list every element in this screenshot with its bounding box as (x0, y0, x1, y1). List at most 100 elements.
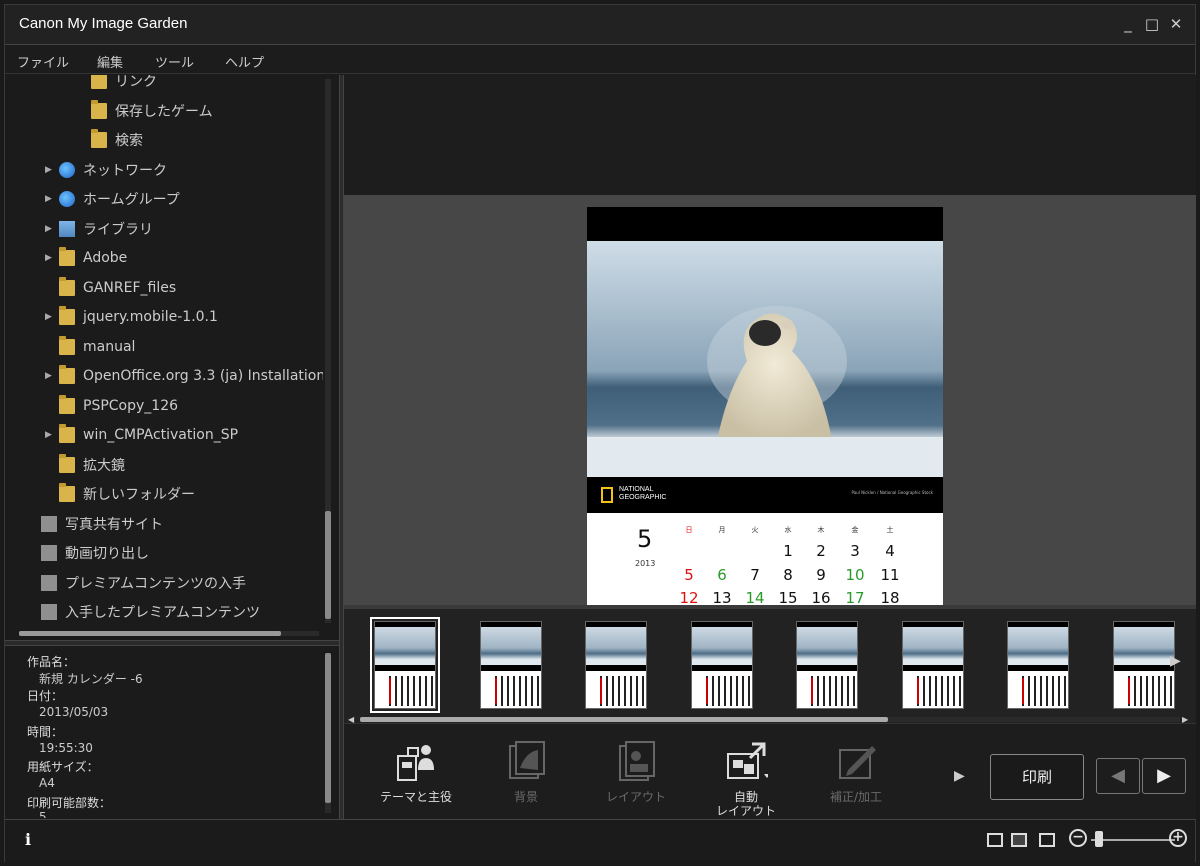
tree-item[interactable]: ▶ ホームグループ (45, 187, 180, 211)
calendar-thumbnail[interactable] (901, 621, 964, 709)
calendar-thumbnail[interactable] (585, 621, 647, 709)
close-button[interactable]: ✕ (1167, 15, 1185, 33)
tree-item[interactable]: 拡大鏡 (45, 453, 125, 477)
tree-item[interactable]: ▶ win_CMPActivation_SP (45, 423, 238, 447)
tree-item[interactable]: ▶ jquery.mobile-1.0.1 (45, 305, 218, 329)
thumbnail-view-icon[interactable] (987, 833, 1003, 847)
folder-icon (59, 276, 75, 296)
calendar-page[interactable]: NATIONAL GEOGRAPHIC Paul Nicklen / Natio… (587, 207, 943, 605)
single-view-icon[interactable] (1011, 833, 1027, 847)
tree-scroll-thumb[interactable] (325, 511, 331, 619)
strip-scroll-thumb[interactable] (360, 717, 888, 722)
layout-button[interactable]: レイアウト (586, 740, 686, 816)
zoom-in-icon[interactable]: + (1169, 829, 1187, 847)
tree-item-label: ネットワーク (83, 162, 167, 179)
thumbnail-part (586, 665, 646, 671)
time-value: 19:55:30 (39, 741, 93, 755)
tree-item[interactable]: ▶ OpenOffice.org 3.3 (ja) Installation Fi (45, 364, 323, 388)
calendar-day: 3 (850, 542, 860, 560)
menu-tools[interactable]: ツール (155, 52, 194, 71)
tree-item[interactable]: ▶ ライブラリ (45, 217, 153, 241)
library-icon (59, 220, 75, 237)
theme-button[interactable]: テーマと主役 (366, 740, 466, 816)
tree-item[interactable]: 入手したプレミアムコンテンツ (27, 600, 260, 623)
weekday-label: 木 (817, 526, 825, 534)
folder-icon (59, 247, 75, 266)
calendar-day: 11 (880, 565, 900, 584)
tree-item-label: 入手したプレミアムコンテンツ (65, 605, 261, 621)
thumbnail-part (691, 627, 752, 665)
calendar-day: 5 (684, 565, 694, 584)
expand-arrow-icon[interactable]: ▶ (45, 253, 59, 263)
zoom-slider[interactable] (1091, 839, 1175, 841)
thumbnail-part (389, 676, 433, 706)
tree-item[interactable]: 写真共有サイト (27, 512, 163, 536)
expand-arrow-icon[interactable]: ▶ (45, 312, 59, 322)
calendar-thumbnail[interactable] (1007, 621, 1069, 709)
print-button[interactable]: 印刷 (990, 754, 1084, 800)
back-button[interactable]: ◀ (1096, 758, 1140, 794)
tree-item[interactable]: リンク (77, 75, 157, 93)
fullscreen-icon[interactable] (1039, 833, 1055, 847)
name-value: 新規 カレンダー -6 (39, 672, 143, 686)
tree-item[interactable]: 検索 (77, 128, 143, 152)
thumbnail-part (600, 678, 602, 704)
tree-item[interactable]: PSPCopy_126 (45, 394, 178, 418)
more-tools-arrow-icon[interactable]: ▶ (954, 768, 965, 784)
expand-arrow-icon[interactable]: ▶ (45, 194, 59, 204)
info-scroll-thumb[interactable] (325, 653, 331, 803)
video-capture-icon (41, 545, 57, 561)
thumbnail-part (705, 678, 708, 704)
next-button[interactable]: ▶ (1142, 758, 1186, 794)
menu-file[interactable]: ファイル (17, 52, 69, 71)
tree-item[interactable]: 保存したゲーム (77, 99, 213, 123)
strip-scrollbar[interactable] (360, 717, 1180, 722)
folder-icon (59, 424, 75, 443)
menu-help[interactable]: ヘルプ (225, 52, 264, 71)
thumbnail-part (389, 678, 391, 704)
calendar-thumbnail[interactable] (690, 621, 753, 709)
zoom-out-icon[interactable]: − (1069, 829, 1087, 847)
tree-item[interactable]: 動画切り出し (27, 541, 149, 565)
tree-item[interactable]: GANREF_files (45, 276, 176, 300)
tree-item[interactable]: プレミアムコンテンツの入手 (27, 571, 246, 595)
thumbnail-part (586, 627, 646, 665)
info-scrollbar[interactable] (325, 653, 331, 813)
correct-button[interactable]: 補正/加工 (806, 740, 906, 816)
background-button[interactable]: 背景 (476, 740, 576, 816)
tree-hscroll-thumb[interactable] (19, 631, 281, 636)
panel-splitter[interactable] (5, 640, 339, 646)
expand-arrow-icon[interactable]: ▶ (45, 371, 59, 381)
tree-item[interactable]: ▶ ネットワーク (45, 158, 167, 182)
tree-vertical-scrollbar[interactable] (325, 79, 331, 623)
expand-arrow-icon[interactable]: ▶ (45, 224, 59, 234)
calendar-thumbnail[interactable] (1112, 621, 1175, 709)
calendar-thumbnail[interactable] (796, 621, 858, 709)
info-icon[interactable]: i (25, 830, 31, 849)
tree-item[interactable]: ▶ Adobe (45, 246, 127, 270)
menu-edit[interactable]: 編集 (97, 52, 123, 71)
expand-arrow-icon[interactable]: ▶ (45, 165, 59, 175)
page-header-band (587, 207, 943, 241)
minimize-button[interactable]: _ (1119, 15, 1137, 33)
folder-icon (59, 335, 75, 355)
calendar-day: 12 (679, 589, 699, 605)
expand-arrow-icon[interactable]: ▶ (45, 430, 59, 440)
strip-next-arrow-icon[interactable]: ▶ (1170, 653, 1181, 669)
calendar-thumbnail[interactable] (479, 621, 542, 709)
premium-folder-icon (41, 604, 57, 620)
folder-icon (59, 306, 75, 325)
copies-label: 印刷可能部数： (27, 796, 112, 810)
tree-horizontal-scrollbar[interactable] (19, 631, 319, 636)
zoom-slider-handle[interactable] (1095, 831, 1103, 847)
auto-layout-button[interactable]: 自動 レイアウト (696, 740, 796, 818)
maximize-button[interactable]: □ (1143, 15, 1161, 33)
calendar-day: 14 (745, 589, 765, 605)
calendar-day: 10 (845, 565, 865, 584)
thumbnail-part (916, 676, 961, 706)
thumbnail-part (1022, 678, 1024, 704)
tree-item[interactable]: 新しいフォルダー (45, 482, 195, 506)
calendar-thumbnail[interactable] (370, 617, 440, 713)
tree-item[interactable]: manual (45, 335, 135, 359)
national-geographic-logo-icon (601, 487, 613, 503)
